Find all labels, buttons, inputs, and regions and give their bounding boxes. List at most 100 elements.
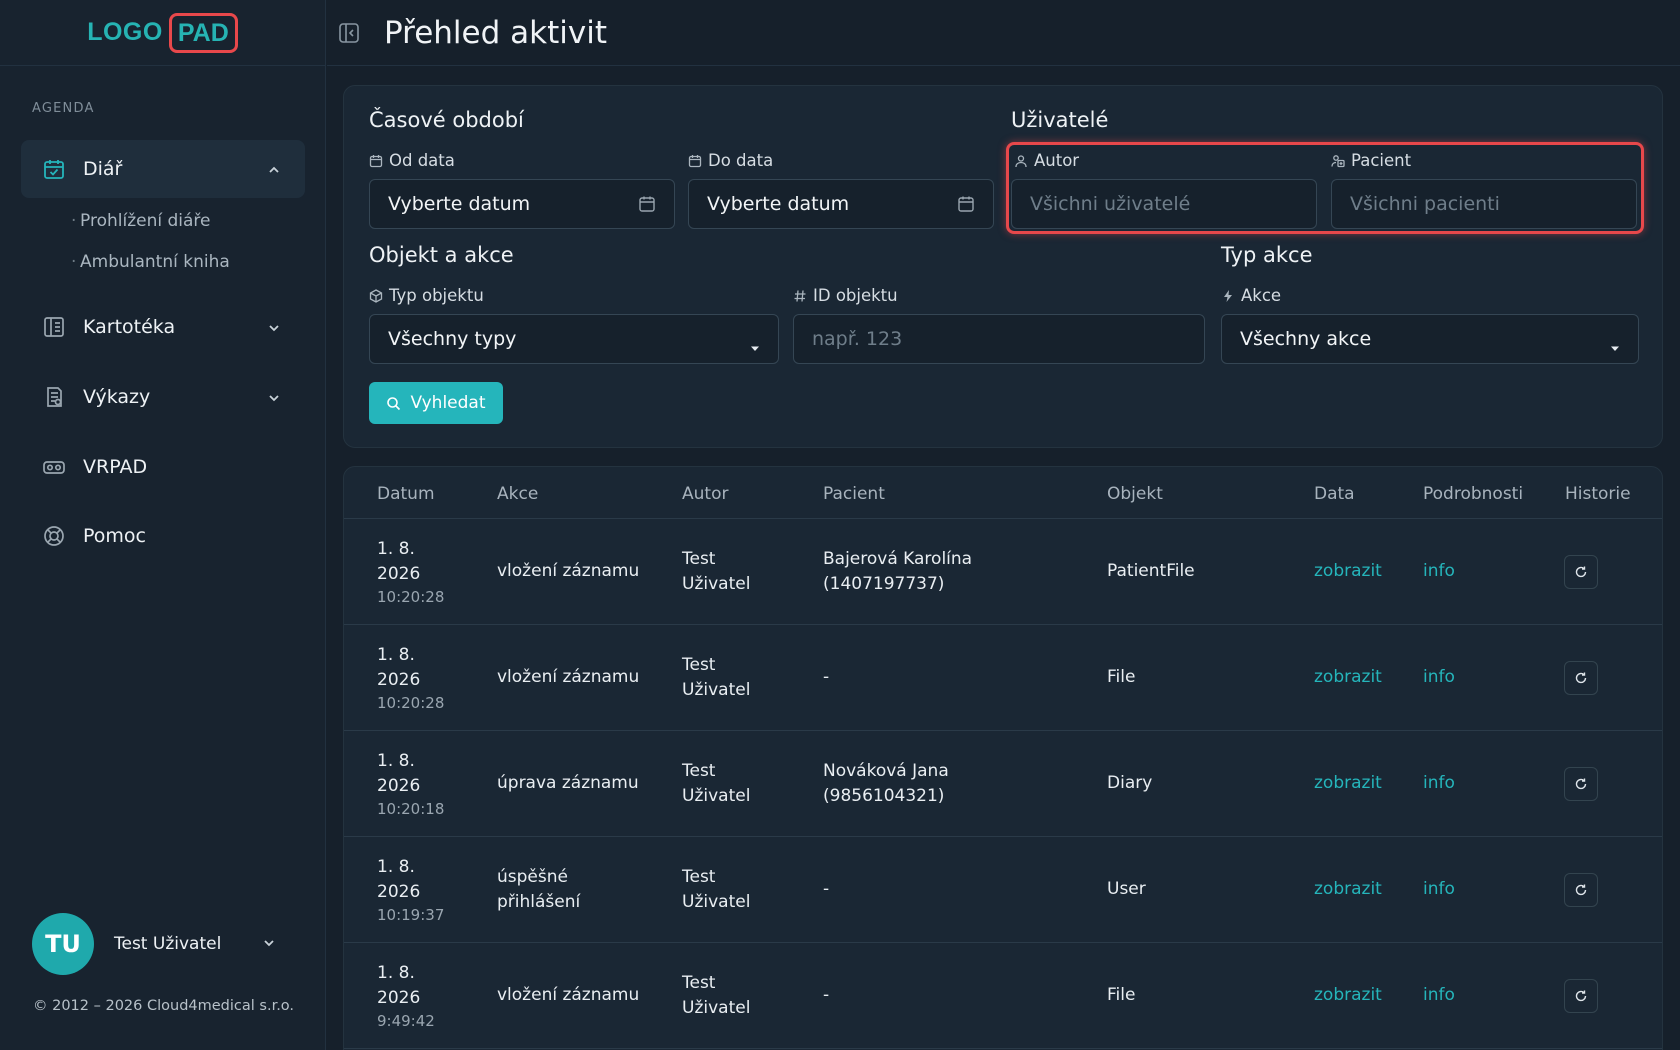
author-line-2: Uživatel [682, 786, 751, 806]
date-cell: 1. 8. 2026 10:20:28 [377, 537, 444, 607]
object-id-input[interactable]: např. 123 [793, 314, 1205, 364]
search-button-label: Vyhledat [410, 393, 486, 413]
date-year: 2026 [377, 564, 421, 584]
page-title: Přehled aktivit [384, 14, 607, 51]
action-line-1: vložení záznamu [497, 561, 640, 581]
details-link[interactable]: info [1423, 983, 1455, 1008]
hash-icon [794, 289, 806, 302]
data-link[interactable]: zobrazit [1314, 771, 1382, 796]
date-day: 1. 8. [377, 539, 415, 559]
action-line-2: přihlášení [497, 892, 581, 912]
column-header-historie[interactable]: Historie [1565, 484, 1631, 504]
from-date-input[interactable]: Vyberte datum [369, 179, 675, 229]
author-line-1: Test [682, 549, 716, 569]
date-cell: 1. 8. 2026 10:19:37 [377, 855, 444, 925]
sidebar-item-kartoteka[interactable]: Kartotéka [21, 298, 305, 356]
date-time: 10:20:28 [377, 694, 445, 712]
details-link[interactable]: info [1423, 877, 1455, 902]
history-button[interactable] [1564, 555, 1598, 589]
copyright: © 2012 – 2026 Cloud4medical s.r.o. [33, 998, 295, 1014]
action-cell: vložení záznamu [497, 559, 639, 584]
data-link[interactable]: zobrazit [1314, 877, 1382, 902]
user-name: Test Uživatel [114, 934, 222, 954]
history-button[interactable] [1564, 873, 1598, 907]
calendar-icon [688, 154, 702, 167]
sidebar-subitem-prohlizeni[interactable]: Prohlížení diáře [71, 211, 211, 231]
sidebar-item-label: VRPAD [83, 456, 148, 478]
action-cell: úprava záznamu [497, 771, 639, 796]
users-filter-highlight [1006, 142, 1644, 234]
object-cell: File [1107, 667, 1136, 687]
refresh-icon [1575, 990, 1587, 1002]
date-day: 1. 8. [377, 857, 415, 877]
action-value: Všechny akce [1240, 328, 1372, 350]
sidebar-item-label: Pomoc [83, 525, 146, 547]
calendar-icon[interactable] [638, 195, 656, 218]
author-line-2: Uživatel [682, 574, 751, 594]
from-date-label: Od data [369, 151, 455, 170]
chevron-down-icon [262, 935, 276, 954]
patient-cell: - [823, 665, 829, 690]
author-line-2: Uživatel [682, 680, 751, 700]
sidebar-item-vrpad[interactable]: VRPAD [21, 438, 305, 496]
column-header-objekt[interactable]: Objekt [1107, 484, 1163, 504]
sidebar-item-label: Výkazy [83, 386, 151, 408]
action-cell: úspěšné přihlášení [497, 865, 580, 915]
data-link[interactable]: zobrazit [1314, 559, 1382, 584]
object-type-label: Typ objektu [369, 286, 484, 305]
sidebar-item-vykazy[interactable]: Výkazy [21, 368, 305, 426]
sidebar-toggle-icon[interactable] [336, 20, 362, 46]
bolt-icon [1224, 289, 1232, 302]
folder-icon [41, 314, 67, 340]
author-line-1: Test [682, 867, 716, 887]
patient-cell: Bajerová Karolína (1407197737) [823, 547, 972, 597]
calendar-icon[interactable] [957, 195, 975, 218]
data-link[interactable]: zobrazit [1314, 983, 1382, 1008]
column-header-datum[interactable]: Datum [377, 484, 435, 504]
patient-line-1: Nováková Jana [823, 761, 949, 781]
action-select[interactable]: Všechny akce [1221, 314, 1639, 364]
patient-cell: - [823, 983, 829, 1008]
author-line-1: Test [682, 655, 716, 675]
details-link[interactable]: info [1423, 665, 1455, 690]
user-menu[interactable]: TU Test Uživatel [32, 913, 274, 975]
filter-panel: Časové období Od data Vyberte datum Do d… [343, 85, 1663, 448]
avatar: TU [32, 913, 94, 975]
history-button[interactable] [1564, 661, 1598, 695]
sidebar-item-diar[interactable]: Diář [21, 140, 305, 198]
from-date-value: Vyberte datum [388, 193, 531, 215]
caret-down-icon [750, 336, 760, 358]
patient-line-1: - [823, 667, 830, 687]
to-date-input[interactable]: Vyberte datum [688, 179, 994, 229]
date-day: 1. 8. [377, 963, 415, 983]
date-time: 10:20:18 [377, 800, 445, 818]
column-header-pacient[interactable]: Pacient [823, 484, 885, 504]
search-button[interactable]: Vyhledat [369, 382, 503, 424]
column-header-data[interactable]: Data [1314, 484, 1355, 504]
refresh-icon [1575, 884, 1587, 896]
table-header: Datum Akce Autor Pacient Objekt Data Pod… [344, 467, 1662, 519]
data-link[interactable]: zobrazit [1314, 665, 1382, 690]
object-id-placeholder: např. 123 [812, 328, 903, 350]
column-header-akce[interactable]: Akce [497, 484, 538, 504]
date-cell: 1. 8. 2026 10:20:18 [377, 749, 444, 819]
object-id-label-text: ID objektu [813, 286, 898, 305]
sidebar-item-pomoc[interactable]: Pomoc [21, 507, 305, 565]
calendar-check-icon [41, 156, 67, 182]
details-link[interactable]: info [1423, 559, 1455, 584]
refresh-icon [1575, 778, 1587, 790]
column-header-autor[interactable]: Autor [682, 484, 728, 504]
patient-line-2: (1407197737) [823, 574, 945, 594]
object-type-select[interactable]: Všechny typy [369, 314, 779, 364]
history-button[interactable] [1564, 767, 1598, 801]
action-line-1: vložení záznamu [497, 985, 640, 1005]
logo[interactable]: LOGO PAD [0, 0, 325, 66]
column-header-podrobnosti[interactable]: Podrobnosti [1423, 484, 1523, 504]
sidebar-subitem-ambulantni-kniha[interactable]: Ambulantní kniha [71, 252, 230, 272]
details-link[interactable]: info [1423, 771, 1455, 796]
object-cell: PatientFile [1107, 561, 1195, 581]
history-button[interactable] [1564, 979, 1598, 1013]
author-cell: Test Uživatel [682, 865, 750, 915]
logo-text: LOGO [87, 18, 163, 46]
action-line-1: úprava záznamu [497, 773, 639, 793]
